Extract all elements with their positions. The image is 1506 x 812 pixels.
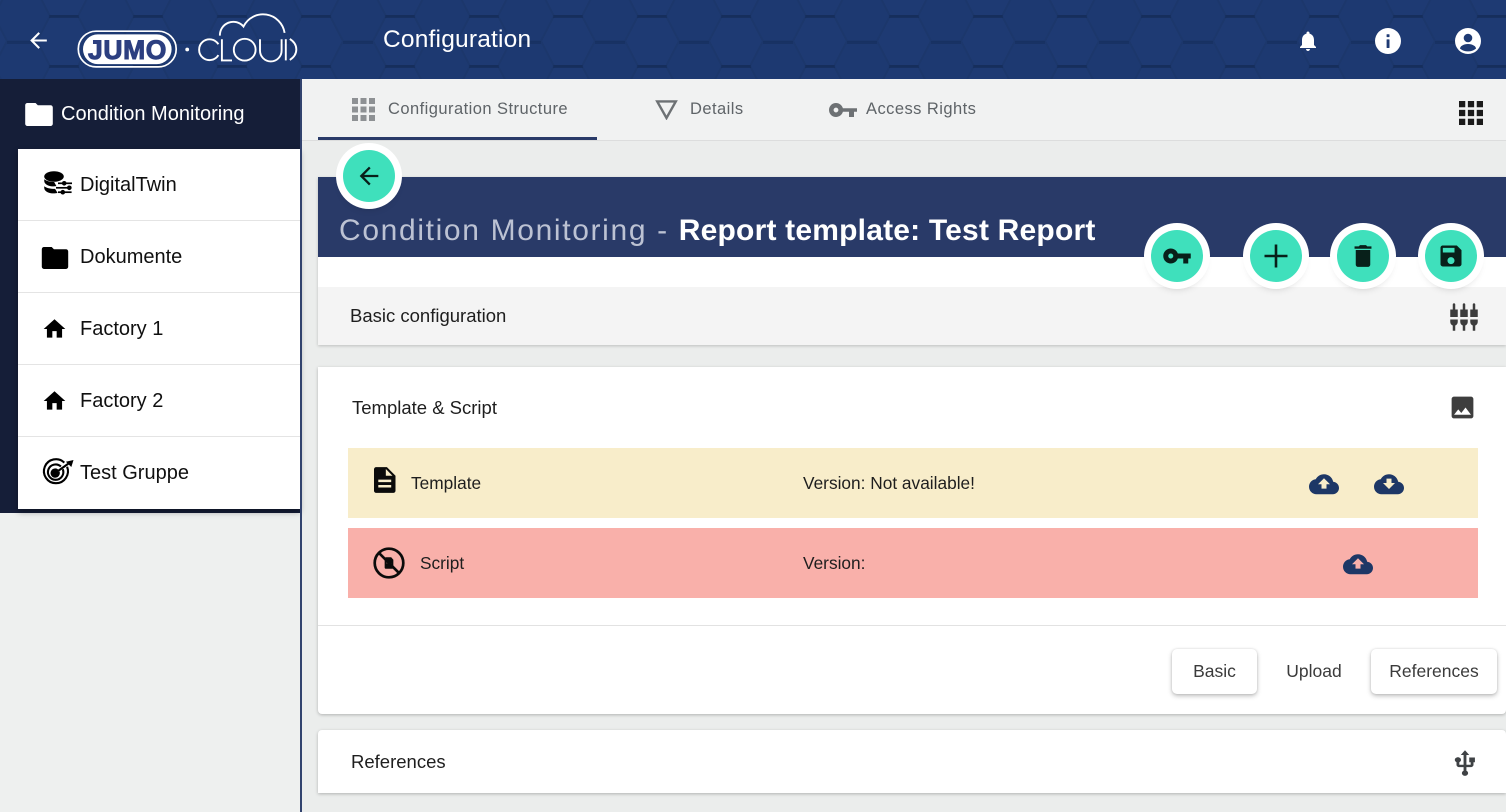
svg-text:JUMO: JUMO	[88, 35, 167, 65]
